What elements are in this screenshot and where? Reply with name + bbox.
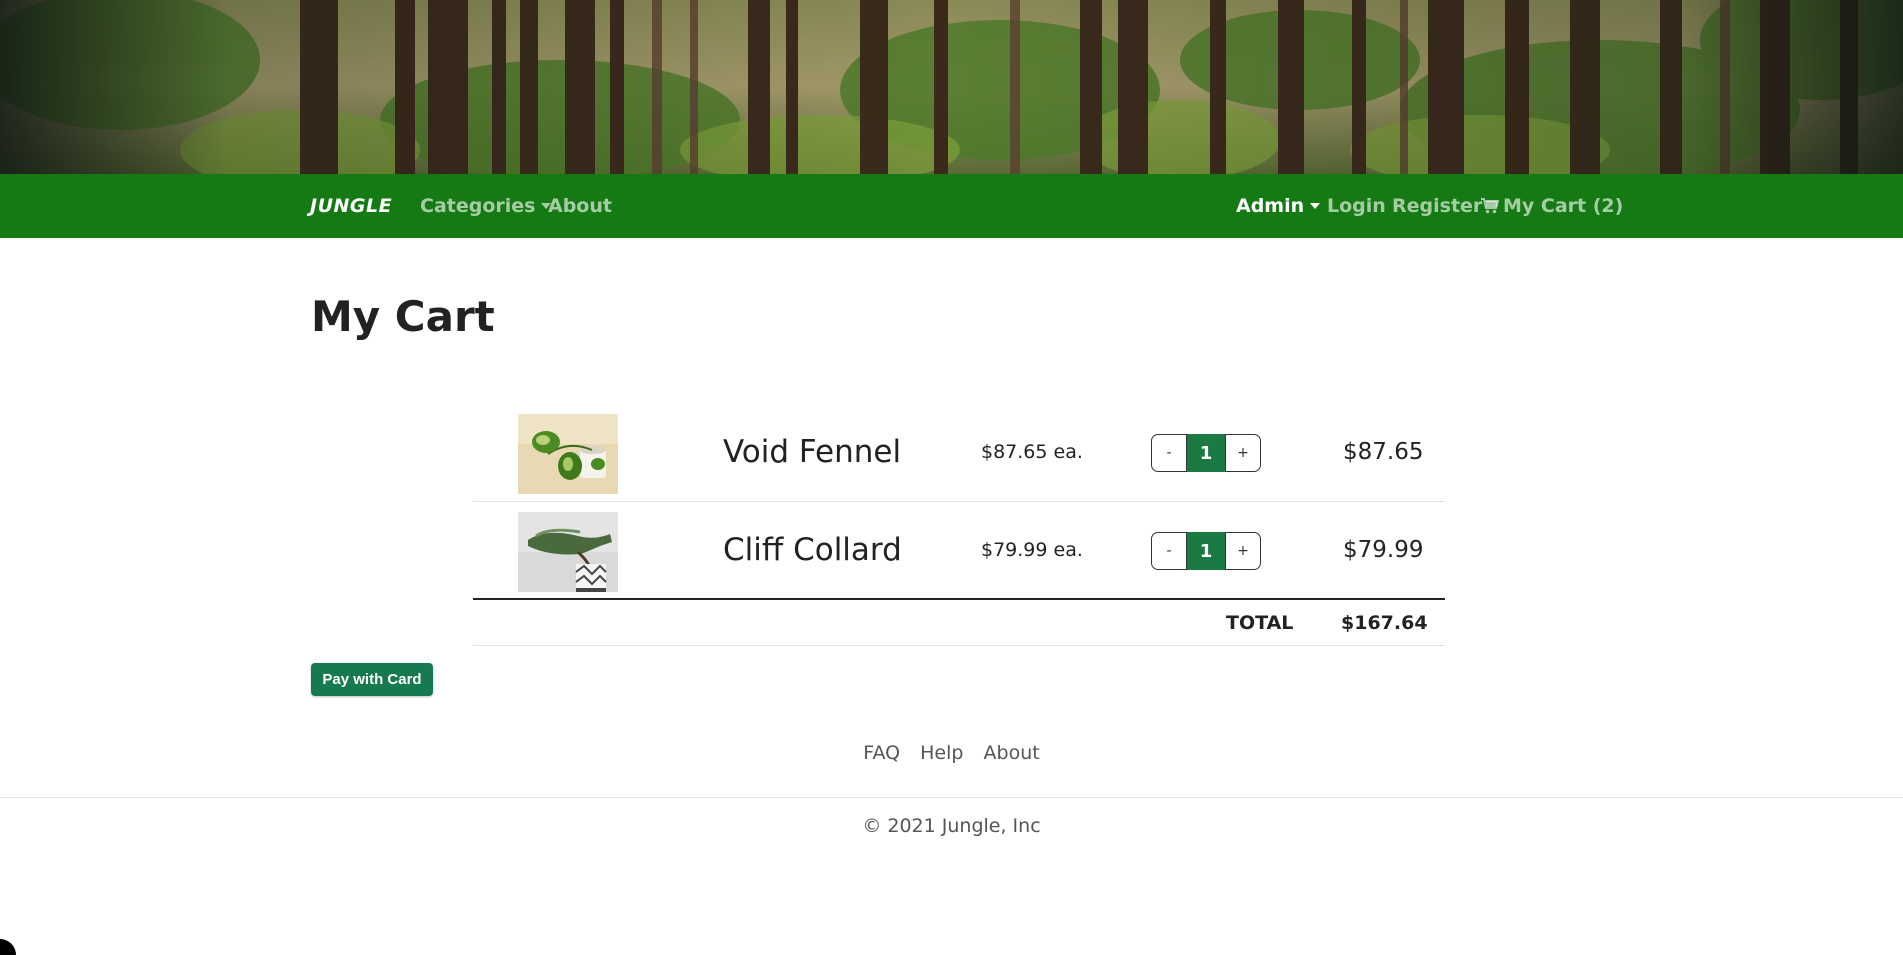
unit-price: $79.99 ea.	[981, 539, 1083, 561]
quantity-stepper: - 1 +	[1151, 434, 1261, 472]
about-label: About	[548, 195, 612, 217]
decrease-quantity-button[interactable]: -	[1151, 532, 1187, 570]
pay-with-card-button[interactable]: Pay with Card	[311, 663, 433, 696]
caret-down-icon	[1310, 203, 1321, 209]
my-cart-link[interactable]: My Cart (2)	[1481, 174, 1623, 238]
pothos-plant-image[interactable]	[518, 414, 618, 494]
line-total: $87.65	[1343, 439, 1424, 465]
product-name[interactable]: Cliff Collard	[723, 502, 902, 599]
admin-dropdown[interactable]: Admin	[1236, 174, 1321, 238]
window-corner	[0, 939, 16, 955]
categories-dropdown[interactable]: Categories	[420, 174, 552, 238]
login-label: Login	[1327, 195, 1386, 217]
footer-links: FAQ Help About	[0, 742, 1903, 764]
total-row: TOTAL $167.64	[473, 598, 1445, 646]
increase-quantity-button[interactable]: +	[1225, 434, 1261, 472]
login-link[interactable]: Login	[1327, 174, 1386, 238]
product-name[interactable]: Void Fennel	[723, 404, 901, 501]
register-label: Register	[1392, 195, 1483, 217]
unit-price: $87.65 ea.	[981, 441, 1083, 463]
footer-divider	[0, 797, 1903, 798]
page-title: My Cart	[311, 292, 495, 341]
nav-about-link[interactable]: About	[548, 174, 612, 238]
cart-table: Void Fennel $87.65 ea. - 1 + $87.65 Clif…	[473, 404, 1445, 646]
total-label: TOTAL	[1226, 612, 1294, 634]
footer-faq-link[interactable]: FAQ	[863, 742, 900, 764]
forest-banner-image	[0, 0, 1903, 174]
bonsai-juniper-image[interactable]	[518, 512, 618, 592]
decrease-quantity-button[interactable]: -	[1151, 434, 1187, 472]
quantity-stepper: - 1 +	[1151, 532, 1261, 570]
categories-label: Categories	[420, 195, 536, 217]
increase-quantity-button[interactable]: +	[1225, 532, 1261, 570]
register-link[interactable]: Register	[1392, 174, 1482, 238]
cart-row: Cliff Collard $79.99 ea. - 1 + $79.99	[473, 501, 1445, 598]
cart-icon	[1481, 198, 1499, 214]
copyright-text: © 2021 Jungle, Inc	[862, 815, 1041, 837]
footer-help-link[interactable]: Help	[920, 742, 963, 764]
my-cart-label: My Cart (2)	[1503, 195, 1624, 217]
line-total: $79.99	[1343, 537, 1424, 563]
quantity-value: 1	[1187, 532, 1225, 570]
footer-about-link[interactable]: About	[984, 742, 1040, 764]
total-value: $167.64	[1341, 612, 1428, 634]
cart-row: Void Fennel $87.65 ea. - 1 + $87.65	[473, 404, 1445, 501]
brand-logo[interactable]: JUNGLE	[310, 174, 392, 238]
quantity-value: 1	[1187, 434, 1225, 472]
main-navbar: JUNGLE Categories About Admin Login Regi…	[0, 174, 1903, 238]
admin-label: Admin	[1236, 195, 1305, 217]
